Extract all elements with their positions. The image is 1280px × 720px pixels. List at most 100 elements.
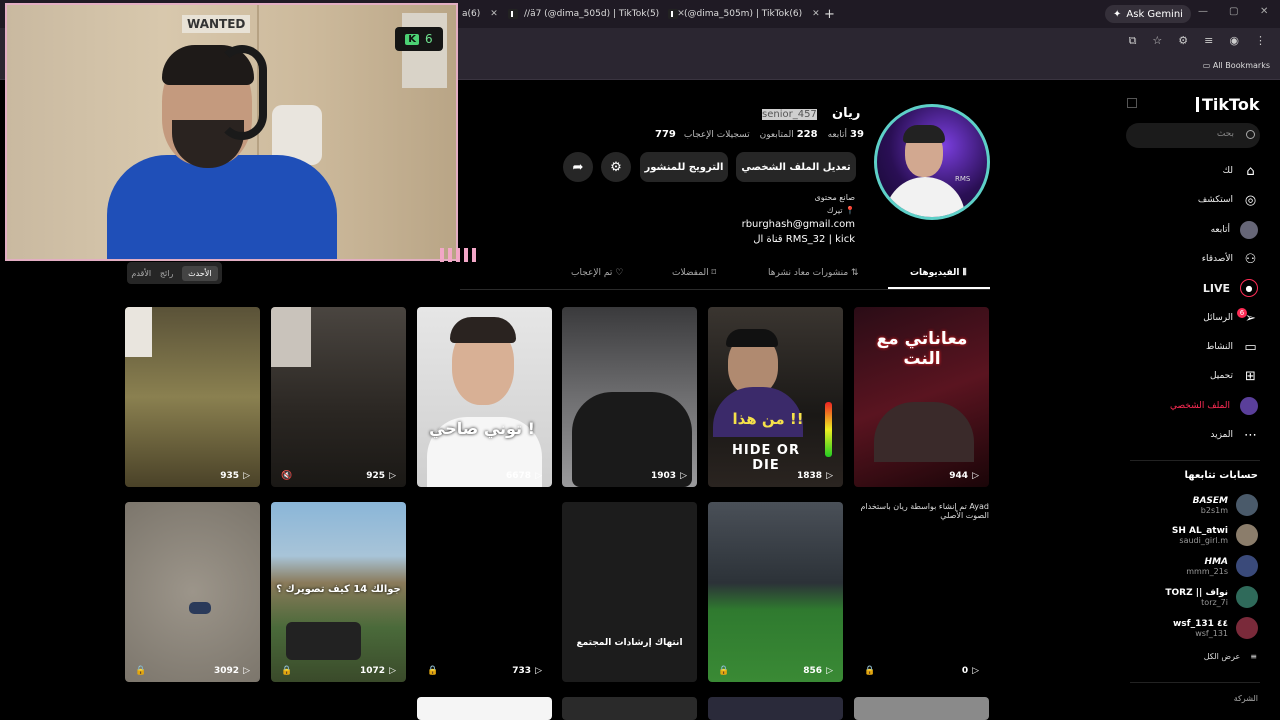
nav-upload[interactable]: تحميل ⊞: [1210, 366, 1258, 386]
bio-email: rburghash@gmail.com: [741, 219, 855, 230]
nav-activity[interactable]: النشاط ▭: [1206, 337, 1258, 357]
tab-liked[interactable]: تم الإعجاب ♡: [571, 268, 623, 278]
profile-avatar[interactable]: RMS: [874, 104, 990, 220]
bookmark-star-icon[interactable]: ☆: [1152, 34, 1162, 48]
video-card[interactable]: من هذا !! HIDE OR DIE 1838 ▷: [708, 307, 843, 487]
nav-for-you[interactable]: لك ⌂: [1223, 161, 1258, 181]
tab-videos[interactable]: الفيديوهات ⦀: [910, 268, 967, 278]
nav-friends[interactable]: الأصدقاء ⚇: [1202, 249, 1258, 269]
tab-reposts[interactable]: منشورات معاد نشرها ⇅: [768, 268, 859, 278]
extensions-icon[interactable]: ⚙: [1178, 34, 1188, 48]
following-stat[interactable]: 39أتابعه: [828, 129, 864, 140]
new-tab-button[interactable]: +: [824, 4, 835, 24]
video-card[interactable]: [562, 697, 697, 720]
object-shape: [271, 307, 311, 367]
video-card[interactable]: [854, 697, 989, 720]
list-icon: ≡: [1250, 652, 1257, 661]
nav-profile[interactable]: الملف الشخصي: [1170, 396, 1258, 416]
browser-tab-2[interactable]: //ä7 (@dima_505d) | TikTok(5) ✕: [508, 4, 685, 24]
tiktok-logo[interactable]: TikTok: [1188, 95, 1259, 114]
following-account[interactable]: 𝘽𝘼𝙎𝙀𝙈 b2s1m: [1193, 494, 1258, 516]
nav-label: أتابعه: [1210, 225, 1230, 235]
media-icon[interactable]: ≡: [1204, 34, 1213, 48]
following-account[interactable]: TORZ || نواف torz_7i: [1165, 586, 1258, 608]
following-account[interactable]: wsf_131 ٤٤ wsf_131: [1173, 617, 1258, 639]
sort-latest[interactable]: الأحدث: [182, 265, 218, 281]
nav-following[interactable]: أتابعه: [1211, 220, 1258, 240]
promote-post-button[interactable]: الترويج للمنشور: [640, 152, 728, 182]
close-icon[interactable]: ✕: [490, 9, 498, 19]
video-card[interactable]: [417, 697, 552, 720]
ask-gemini-button[interactable]: ✦ Ask Gemini: [1105, 5, 1191, 23]
bookmark-icon: ⌑: [711, 268, 717, 278]
account-name: SH AL_atwi: [1171, 525, 1228, 536]
video-card[interactable]: معاناتي مع النت 944 ▷: [854, 307, 989, 487]
nav-label: استكشف: [1197, 195, 1233, 205]
account-name: wsf_131 ٤٤: [1172, 618, 1228, 629]
avatar-shirt: [885, 177, 965, 217]
video-card[interactable]: [708, 697, 843, 720]
account-handle: b2s1m: [1200, 505, 1228, 515]
browser-tab-1[interactable]: a(6) ✕: [462, 4, 498, 24]
sort-oldest[interactable]: الأقدم: [131, 269, 151, 278]
nav-live[interactable]: LIVE ●: [1203, 278, 1258, 298]
kick-viewer-counter: K6: [395, 27, 443, 51]
view-count: 1072 ▷: [360, 666, 396, 676]
collapse-sidebar-icon[interactable]: [1127, 98, 1137, 108]
cast-icon[interactable]: ⧉: [1129, 34, 1137, 48]
community-guidelines-violation: انتهاك إرشادات المجتمع: [576, 638, 683, 648]
maximize-icon[interactable]: ▢: [1229, 6, 1238, 17]
nav-label: الملف الشخصي: [1170, 401, 1230, 411]
video-card[interactable]: 1903 ▷: [562, 307, 697, 487]
sort-popular[interactable]: رائج: [160, 269, 173, 278]
play-icon: ▷: [826, 471, 833, 481]
all-bookmarks-button[interactable]: ▭ All Bookmarks: [1203, 61, 1270, 70]
avatar-rms-text: RMS: [955, 175, 971, 183]
video-card[interactable]: 3092 ▷ 🔒: [125, 502, 260, 682]
video-card[interactable]: جوالك 14 كيف تصويرك ؟ 1072 ▷ 🔒: [271, 502, 406, 682]
tab-favorites[interactable]: المفضلات ⌑: [672, 268, 716, 278]
following-account[interactable]: 𝙃𝙈𝘼 mmm_21s: [1186, 555, 1258, 577]
cap-shape: [726, 329, 778, 347]
minimize-icon[interactable]: —: [1198, 6, 1208, 17]
nav-more[interactable]: المزيد ⋯: [1210, 425, 1258, 445]
profile-icon[interactable]: ◉: [1229, 34, 1239, 48]
video-card[interactable]: توني صاحي ! 6678 ▷: [417, 307, 552, 487]
browser-tab-3[interactable]: (@dima_505m) | TikTok(6) ✕: [668, 4, 820, 24]
window-close-icon[interactable]: ✕: [1260, 6, 1268, 17]
see-all-button[interactable]: عرض الكل ≡: [1204, 652, 1257, 661]
video-card[interactable]: انتهاك إرشادات المجتمع: [562, 502, 697, 682]
tab-label: تم الإعجاب: [571, 268, 613, 278]
video-card[interactable]: 935 ▷: [125, 307, 260, 487]
view-count: 6678 ▷: [506, 471, 542, 481]
following-account[interactable]: SH AL_atwi saudi_girl.m: [1172, 524, 1258, 546]
viewer-count: 6: [425, 32, 433, 46]
share-icon[interactable]: ➦: [563, 152, 593, 182]
muted-icon: 🔇: [281, 471, 293, 481]
video-card[interactable]: 733 ▷ 🔒: [417, 502, 552, 682]
video-card[interactable]: تم إنشاء بواسطة ريان باستخدام Ayad الصوت…: [854, 502, 989, 682]
followers-stat[interactable]: 228المتابعون: [760, 129, 818, 140]
edit-profile-button[interactable]: تعديل الملف الشخصي: [736, 152, 856, 182]
video-card[interactable]: 925 ▷ 🔇: [271, 307, 406, 487]
tiktok-favicon-icon: [668, 9, 678, 19]
video-card[interactable]: 856 ▷ 🔒: [708, 502, 843, 682]
activity-icon: ▭: [1244, 339, 1257, 355]
nav-messages[interactable]: الرسائل ➢: [1203, 308, 1258, 328]
close-icon[interactable]: ✕: [812, 9, 820, 19]
search-icon[interactable]: [1246, 130, 1255, 139]
settings-icon[interactable]: ⚙: [601, 152, 631, 182]
company-link[interactable]: الشركة: [1234, 694, 1258, 703]
nav-label: تحميل: [1209, 371, 1233, 381]
menu-icon[interactable]: ⋮: [1255, 34, 1266, 48]
search-input[interactable]: بحث: [1126, 123, 1260, 148]
video-thumbnail-figure: [874, 402, 974, 462]
view-count: 733 ▷: [512, 666, 542, 676]
view-count-value: 856: [803, 666, 823, 676]
nav-label: المزيد: [1210, 430, 1233, 440]
avatar-hair: [903, 125, 945, 143]
play-icon: ▷: [535, 666, 542, 676]
nav-label: الرسائل: [1203, 313, 1233, 323]
active-tab-underline: [888, 287, 990, 289]
nav-explore[interactable]: استكشف ◎: [1198, 190, 1258, 210]
